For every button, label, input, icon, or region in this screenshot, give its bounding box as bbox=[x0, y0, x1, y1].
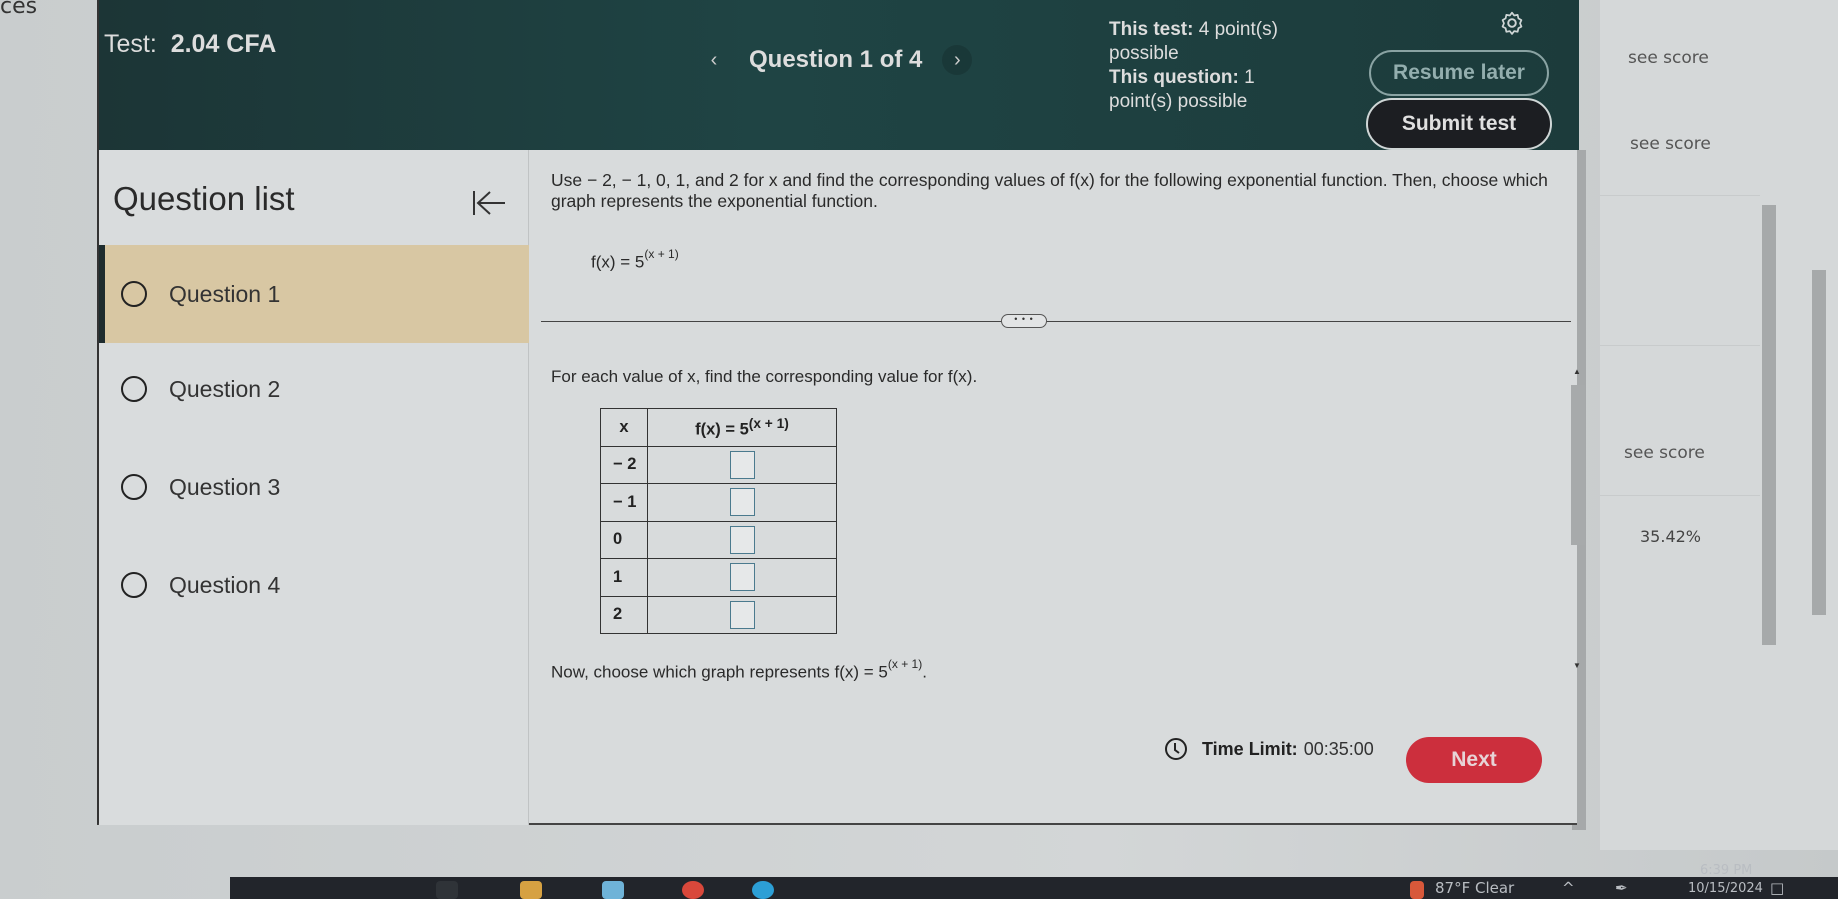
submit-test-button[interactable]: Submit test bbox=[1366, 98, 1552, 150]
header-x: x bbox=[600, 408, 648, 447]
clock-icon bbox=[1165, 738, 1187, 760]
question-instructions: Use − 2, − 1, 0, 1, and 2 for x and find… bbox=[551, 170, 1548, 211]
store-icon[interactable] bbox=[602, 881, 624, 899]
graph-prompt-base: f(x) = 5 bbox=[834, 662, 888, 682]
see-score-link[interactable]: see score bbox=[1628, 48, 1709, 68]
answer-input[interactable] bbox=[729, 488, 755, 517]
x-value: − 2 bbox=[600, 445, 648, 484]
background-score-panel bbox=[1600, 0, 1838, 850]
function-formula: f(x) = 5(x + 1) bbox=[591, 247, 679, 273]
graph-prompt-exponent: (x + 1) bbox=[887, 657, 923, 671]
time-limit: Time Limit: 00:35:00 bbox=[1164, 737, 1374, 761]
window-scrollbar[interactable] bbox=[1812, 270, 1826, 615]
table-row: 0 bbox=[600, 520, 837, 559]
sidebar-item-question-4[interactable]: Question 4 bbox=[99, 536, 529, 634]
time-limit-value: 00:35:00 bbox=[1303, 738, 1374, 759]
radio-icon bbox=[121, 474, 147, 500]
answer-input[interactable] bbox=[729, 450, 755, 479]
divider bbox=[1600, 345, 1760, 346]
values-table: x f(x) = 5(x + 1) − 2 − 1 0 1 2 bbox=[600, 408, 837, 634]
sidebar-item-question-2[interactable]: Question 2 bbox=[99, 340, 529, 438]
formula-base: f(x) = 5 bbox=[591, 252, 645, 272]
question-content: Use − 2, − 1, 0, 1, and 2 for x and find… bbox=[531, 150, 1585, 710]
more-options-button[interactable]: • • • bbox=[1001, 314, 1047, 328]
answer-input[interactable] bbox=[729, 563, 755, 592]
header-fx: f(x) = 5(x + 1) bbox=[647, 408, 837, 447]
test-footer: Time Limit: 00:35:00 Next bbox=[99, 720, 1579, 823]
time-limit-label: Time Limit: bbox=[1202, 738, 1298, 759]
chevron-left-icon[interactable]: ‹ bbox=[699, 45, 729, 75]
sidebar-title: Question list bbox=[113, 180, 295, 217]
clock-date[interactable]: 10/15/2024 bbox=[1688, 881, 1763, 896]
chevron-right-icon[interactable]: › bbox=[942, 45, 973, 75]
test-name: 2.04 CFA bbox=[170, 30, 277, 58]
this-question-label: This question: bbox=[1109, 67, 1239, 88]
header-fx-base: f(x) = 5 bbox=[695, 420, 749, 438]
collapse-left-icon[interactable] bbox=[469, 188, 509, 218]
background-tab-fragment: ces bbox=[0, 0, 38, 19]
graph-prompt-text: Now, choose which graph represents bbox=[551, 662, 835, 682]
test-modal: Test: 2.04 CFA ‹ Question 1 of 4 › This … bbox=[97, 0, 1585, 825]
graph-prompt: Now, choose which graph represents f(x) … bbox=[551, 657, 927, 683]
x-value: 0 bbox=[600, 520, 648, 559]
sidebar-item-question-1[interactable]: Question 1 bbox=[99, 245, 529, 343]
section-divider bbox=[541, 321, 1571, 322]
table-row: − 1 bbox=[600, 483, 837, 522]
file-explorer-icon[interactable] bbox=[520, 881, 542, 899]
test-title: Test: 2.04 CFA bbox=[104, 30, 276, 59]
table-header-row: x f(x) = 5(x + 1) bbox=[600, 408, 837, 447]
radio-icon bbox=[121, 376, 147, 402]
scroll-down-icon[interactable]: ▼ bbox=[1573, 661, 1581, 670]
table-row: − 2 bbox=[600, 445, 837, 484]
see-score-link[interactable]: see score bbox=[1624, 443, 1705, 463]
test-header: Test: 2.04 CFA ‹ Question 1 of 4 › This … bbox=[99, 0, 1579, 150]
task-view-icon[interactable] bbox=[436, 881, 458, 899]
gear-icon[interactable] bbox=[1499, 10, 1525, 36]
chevron-up-icon[interactable]: ^ bbox=[1562, 879, 1575, 897]
divider bbox=[1600, 495, 1760, 496]
divider bbox=[1600, 195, 1760, 196]
graph-prompt-end: . bbox=[922, 662, 927, 682]
answer-input[interactable] bbox=[729, 600, 755, 629]
weather-text[interactable]: 87°F Clear bbox=[1435, 879, 1514, 897]
page-scrollbar[interactable] bbox=[1762, 205, 1776, 645]
x-value: 2 bbox=[600, 595, 648, 634]
question-label: Question 3 bbox=[169, 473, 281, 500]
question-label: Question 1 bbox=[169, 280, 281, 307]
table-row: 2 bbox=[600, 595, 837, 634]
header-fx-exponent: (x + 1) bbox=[748, 415, 789, 431]
scroll-up-icon[interactable]: ▲ bbox=[1573, 367, 1581, 376]
chrome-icon[interactable] bbox=[682, 881, 704, 899]
question-label: Question 4 bbox=[169, 571, 281, 598]
pen-icon[interactable]: ✒ bbox=[1615, 879, 1628, 897]
edge-icon[interactable] bbox=[752, 881, 774, 899]
see-score-link[interactable]: see score bbox=[1630, 134, 1711, 154]
test-label: Test: bbox=[104, 30, 157, 58]
question-counter: Question 1 of 4 bbox=[749, 46, 923, 73]
answer-input[interactable] bbox=[729, 525, 755, 554]
scrollbar-thumb[interactable] bbox=[1571, 385, 1585, 545]
weather-icon[interactable] bbox=[1410, 881, 1424, 899]
next-button[interactable]: Next bbox=[1406, 737, 1542, 783]
points-info: This test: 4 point(s) possible This ques… bbox=[1109, 18, 1309, 114]
x-value: 1 bbox=[600, 558, 648, 597]
question-label: Question 2 bbox=[169, 375, 281, 402]
radio-icon bbox=[121, 572, 147, 598]
x-value: − 1 bbox=[600, 483, 648, 522]
score-percentage: 35.42% bbox=[1640, 527, 1702, 546]
clock-time[interactable]: 6:39 PM bbox=[1700, 863, 1752, 878]
formula-exponent: (x + 1) bbox=[644, 247, 679, 261]
sidebar-item-question-3[interactable]: Question 3 bbox=[99, 438, 529, 536]
table-row: 1 bbox=[600, 558, 837, 597]
radio-icon bbox=[121, 281, 147, 307]
notification-icon[interactable]: □ bbox=[1770, 879, 1784, 897]
table-prompt: For each value of x, find the correspond… bbox=[551, 367, 978, 386]
taskbar: 87°F Clear ^ ✒ 6:39 PM 10/15/2024 □ bbox=[230, 863, 1838, 899]
question-navigator: ‹ Question 1 of 4 › bbox=[699, 45, 973, 75]
resume-later-button[interactable]: Resume later bbox=[1369, 50, 1549, 96]
this-test-label: This test: bbox=[1109, 19, 1194, 40]
